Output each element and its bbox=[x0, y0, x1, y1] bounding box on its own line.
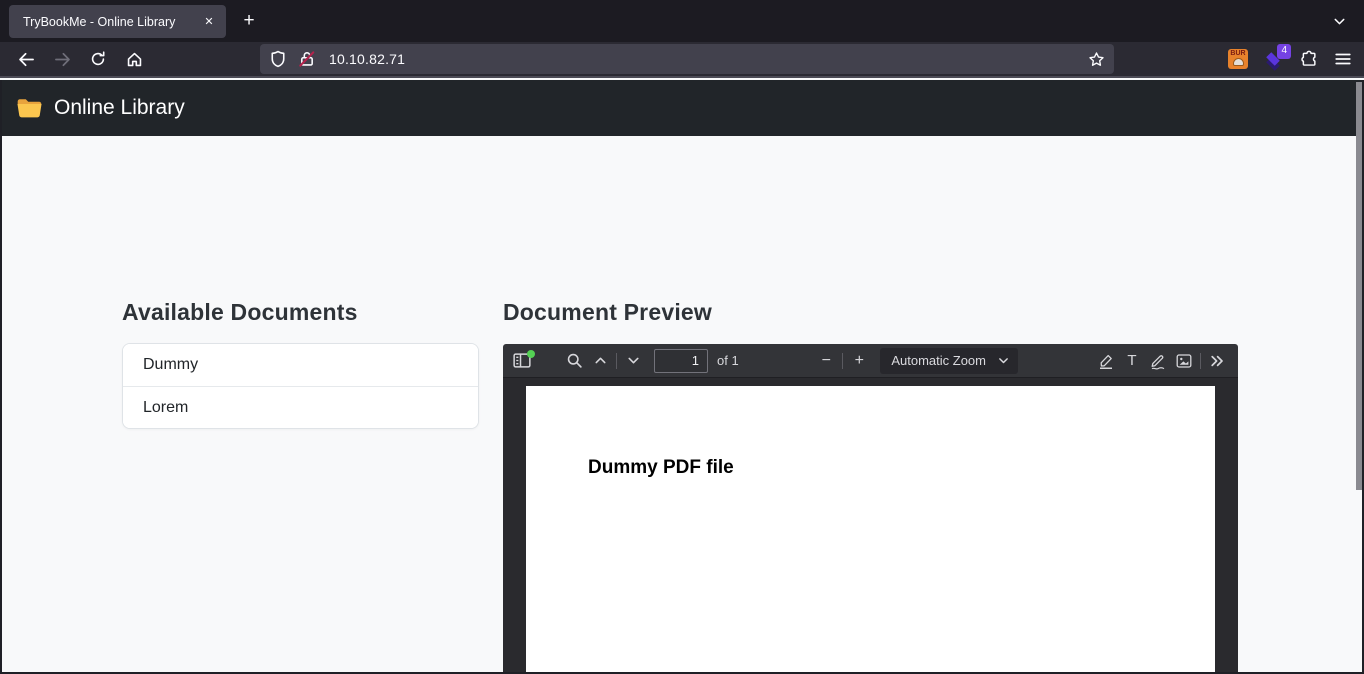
home-icon bbox=[126, 51, 143, 68]
tab-title: TryBookMe - Online Library bbox=[23, 15, 199, 29]
image-tool-button[interactable] bbox=[1171, 348, 1197, 374]
browser-nav-bar: 10.10.82.71 BUR 4 bbox=[0, 42, 1364, 78]
zoom-out-button[interactable]: − bbox=[813, 348, 839, 374]
home-button[interactable] bbox=[120, 45, 148, 73]
zoom-controls: − + Automatic Zoom bbox=[813, 348, 1018, 374]
page-scrollbar-thumb[interactable] bbox=[1356, 82, 1362, 490]
zoom-in-button[interactable]: + bbox=[846, 348, 872, 374]
site-header: Online Library bbox=[0, 80, 1364, 136]
documents-heading: Available Documents bbox=[122, 299, 358, 326]
more-tools-button[interactable] bbox=[1204, 348, 1230, 374]
nav-right-cluster: BUR 4 bbox=[1228, 49, 1352, 69]
search-icon bbox=[566, 352, 583, 369]
folder-icon bbox=[16, 96, 43, 120]
insecure-lock-icon[interactable] bbox=[298, 50, 316, 68]
reload-icon bbox=[90, 51, 106, 67]
page-number-input[interactable] bbox=[654, 349, 708, 373]
burp-label: BUR bbox=[1230, 49, 1245, 58]
double-chevron-right-icon bbox=[1209, 353, 1225, 369]
annotation-tools: T bbox=[1093, 348, 1230, 374]
url-text[interactable]: 10.10.82.71 bbox=[329, 51, 1088, 67]
zoom-mode-select[interactable]: Automatic Zoom bbox=[880, 348, 1018, 374]
highlighter-icon bbox=[1097, 352, 1115, 370]
document-list: Dummy Lorem bbox=[122, 343, 479, 429]
pdf-viewer-body: Dummy PDF file bbox=[503, 378, 1238, 672]
free-text-tool-button[interactable]: T bbox=[1119, 348, 1145, 374]
zoom-mode-value: Automatic Zoom bbox=[891, 353, 997, 368]
burp-face bbox=[1233, 58, 1244, 66]
toggle-sidebar-button[interactable] bbox=[509, 348, 535, 374]
window-border-left bbox=[0, 80, 2, 674]
previous-page-button[interactable] bbox=[587, 348, 613, 374]
burp-extension-icon[interactable]: BUR bbox=[1228, 49, 1248, 69]
sidebar-active-indicator bbox=[527, 350, 535, 358]
pdf-viewer: of 1 − + Automatic Zoom bbox=[503, 344, 1238, 672]
pdf-toolbar: of 1 − + Automatic Zoom bbox=[503, 344, 1238, 378]
reload-button[interactable] bbox=[84, 45, 112, 73]
draw-tool-button[interactable] bbox=[1145, 348, 1171, 374]
find-button[interactable] bbox=[561, 348, 587, 374]
chevron-down-icon bbox=[997, 354, 1010, 367]
forward-button[interactable] bbox=[48, 45, 76, 73]
url-bar[interactable]: 10.10.82.71 bbox=[260, 44, 1114, 74]
close-icon[interactable]: ✕ bbox=[199, 12, 219, 32]
site-title: Online Library bbox=[54, 96, 185, 120]
highlight-tool-button[interactable] bbox=[1093, 348, 1119, 374]
extension-badge: 4 bbox=[1277, 44, 1291, 59]
back-button[interactable] bbox=[12, 45, 40, 73]
forward-arrow-icon bbox=[54, 51, 71, 68]
tracking-protection-shield-icon[interactable] bbox=[269, 50, 287, 68]
list-item-dummy[interactable]: Dummy bbox=[123, 344, 478, 386]
browser-tab[interactable]: TryBookMe - Online Library ✕ bbox=[9, 5, 226, 38]
chevron-up-icon bbox=[593, 353, 608, 368]
list-item-lorem[interactable]: Lorem bbox=[123, 386, 478, 428]
page-count-label: of 1 bbox=[717, 353, 739, 368]
page-content: Available Documents Dummy Lorem Document… bbox=[0, 136, 1364, 674]
new-tab-button[interactable]: + bbox=[236, 8, 262, 34]
image-icon bbox=[1175, 352, 1193, 370]
chevron-down-icon bbox=[626, 353, 641, 368]
pdf-page: Dummy PDF file bbox=[526, 386, 1215, 672]
extensions-puzzle-icon[interactable] bbox=[1300, 50, 1318, 68]
browser-tab-bar: TryBookMe - Online Library ✕ + bbox=[0, 0, 1364, 42]
menu-hamburger-icon[interactable] bbox=[1334, 50, 1352, 68]
ink-pen-icon bbox=[1149, 352, 1167, 370]
list-all-tabs-button[interactable] bbox=[1327, 9, 1351, 33]
pdf-content-title: Dummy PDF file bbox=[588, 457, 734, 479]
chevron-down-icon bbox=[1332, 14, 1347, 29]
back-arrow-icon bbox=[18, 51, 35, 68]
page-scrollbar[interactable] bbox=[1356, 80, 1362, 672]
next-page-button[interactable] bbox=[620, 348, 646, 374]
bookmark-star-icon[interactable] bbox=[1088, 51, 1105, 68]
preview-heading: Document Preview bbox=[503, 299, 712, 326]
layers-extension-icon[interactable]: 4 bbox=[1264, 49, 1284, 69]
